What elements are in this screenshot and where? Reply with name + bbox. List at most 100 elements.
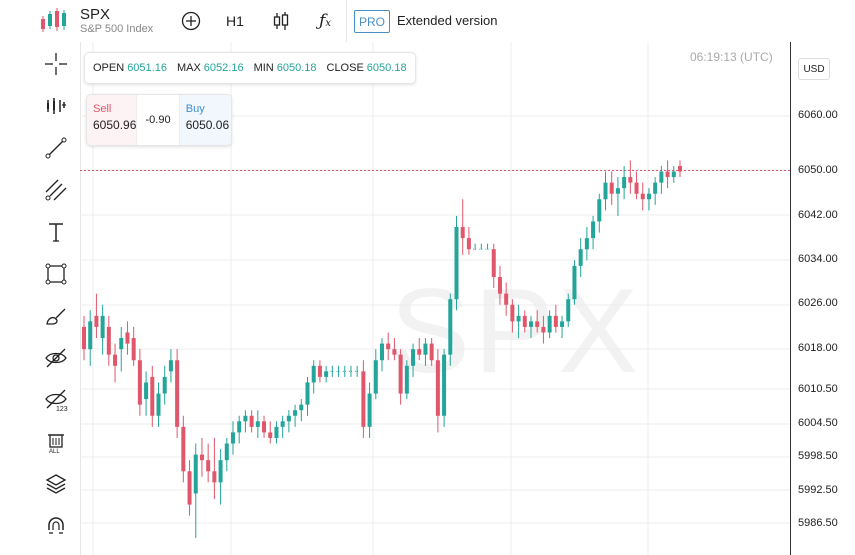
candle-body <box>187 471 192 505</box>
text-tool[interactable] <box>36 212 76 252</box>
candle-body <box>678 165 682 172</box>
candle-body <box>609 182 614 194</box>
magnet-tool[interactable] <box>36 508 76 548</box>
min-label: MIN <box>253 62 274 74</box>
candle-body <box>373 360 378 394</box>
brush-tool[interactable] <box>36 296 76 336</box>
candle <box>547 310 552 339</box>
candle-body <box>646 193 651 200</box>
candle-body <box>497 276 502 294</box>
axis-tick: 6004.50 <box>798 417 838 429</box>
candle <box>255 410 260 438</box>
layers-tool[interactable] <box>36 464 76 504</box>
axis-tick: 5998.50 <box>798 450 838 462</box>
extended-version-link[interactable]: Extended version <box>397 13 497 28</box>
hide-indicators-tool[interactable]: 123 <box>36 380 76 420</box>
candle <box>193 443 198 538</box>
candle-body <box>274 426 279 438</box>
candle <box>392 338 397 361</box>
trend-line-tool[interactable] <box>36 128 76 168</box>
candle <box>584 227 589 261</box>
candle-body <box>435 360 440 416</box>
crosshair-tool[interactable] <box>36 44 76 84</box>
candle-body <box>113 354 118 366</box>
candle <box>317 360 322 383</box>
candle <box>175 349 180 438</box>
candle <box>454 215 459 311</box>
candle <box>398 349 403 405</box>
candle <box>541 315 546 344</box>
delete-all-tool[interactable]: ALL <box>36 422 76 462</box>
chart-type-button[interactable] <box>258 0 305 42</box>
fib-tool[interactable] <box>36 170 76 210</box>
candle <box>268 421 273 444</box>
axis-tick: 6010.50 <box>798 383 838 395</box>
candle <box>324 365 329 383</box>
candle <box>286 410 291 433</box>
candle-body <box>311 365 316 383</box>
rectangle-tool[interactable] <box>36 254 76 294</box>
trend-line-icon <box>45 137 67 159</box>
candle <box>597 193 602 233</box>
close-value: 6050.18 <box>366 62 407 74</box>
bars-tool[interactable] <box>36 86 76 126</box>
candle <box>628 160 633 194</box>
candle-body <box>423 343 428 355</box>
hide-indicators-icon: 123 <box>45 389 68 412</box>
price-axis[interactable]: USD 6060.00 6050.00 6042.00 6034.00 6026… <box>790 42 855 555</box>
hide-drawings-icon <box>45 348 67 368</box>
candle <box>491 243 496 289</box>
candle <box>94 293 99 339</box>
candle-body <box>131 338 136 361</box>
max-value: 6052.16 <box>203 62 244 74</box>
candle <box>125 321 130 355</box>
candle <box>560 315 565 339</box>
hide-drawings-tool[interactable] <box>36 338 76 378</box>
top-toolbar: SPX S&P 500 Index H1 ƒx PRO Extended ver… <box>0 0 855 42</box>
brush-icon <box>46 308 66 325</box>
axis-tick: 6042.00 <box>798 209 838 221</box>
candle <box>162 365 167 405</box>
candle-body <box>404 365 409 394</box>
candle-body <box>541 326 546 333</box>
candle-body <box>100 315 105 339</box>
candle-body <box>584 238 589 250</box>
candle <box>591 215 596 250</box>
sell-button[interactable]: Sell 6050.96 <box>87 95 137 145</box>
symbol-selector[interactable]: SPX S&P 500 Index <box>0 0 171 42</box>
currency-button[interactable]: USD <box>798 58 830 80</box>
candle <box>373 349 378 400</box>
candle-body <box>671 171 676 178</box>
candle <box>380 338 384 372</box>
timeframe-button[interactable]: H1 <box>212 0 259 42</box>
candle <box>119 326 124 372</box>
candle <box>243 410 248 433</box>
candle <box>442 349 447 427</box>
candle-body <box>615 188 620 194</box>
candles-icon <box>273 12 289 30</box>
sell-label: Sell <box>93 103 112 115</box>
candle-body <box>367 393 372 427</box>
symbol-description: S&P 500 Index <box>80 23 154 35</box>
symbol-name: SPX <box>80 6 111 23</box>
candle-body <box>94 315 99 327</box>
candle-body <box>361 371 366 427</box>
rectangle-icon <box>45 263 67 285</box>
candle-body <box>137 360 142 405</box>
buy-button[interactable]: Buy 6050.06 <box>179 95 231 145</box>
axis-tick: 6026.00 <box>798 297 838 309</box>
add-compare-button[interactable] <box>170 0 213 42</box>
candle-body <box>243 415 248 422</box>
candle-body <box>156 393 161 416</box>
candle <box>634 171 639 200</box>
candle <box>150 365 155 427</box>
indicators-button[interactable]: ƒx <box>304 0 347 42</box>
candle-body <box>262 421 267 433</box>
candle <box>553 304 558 333</box>
pro-badge[interactable]: PRO <box>354 10 390 33</box>
candle-body <box>175 360 180 427</box>
candle <box>404 360 409 400</box>
candle-body <box>181 426 186 472</box>
axis-tick: 5992.50 <box>798 484 838 496</box>
candle-body <box>305 382 310 405</box>
